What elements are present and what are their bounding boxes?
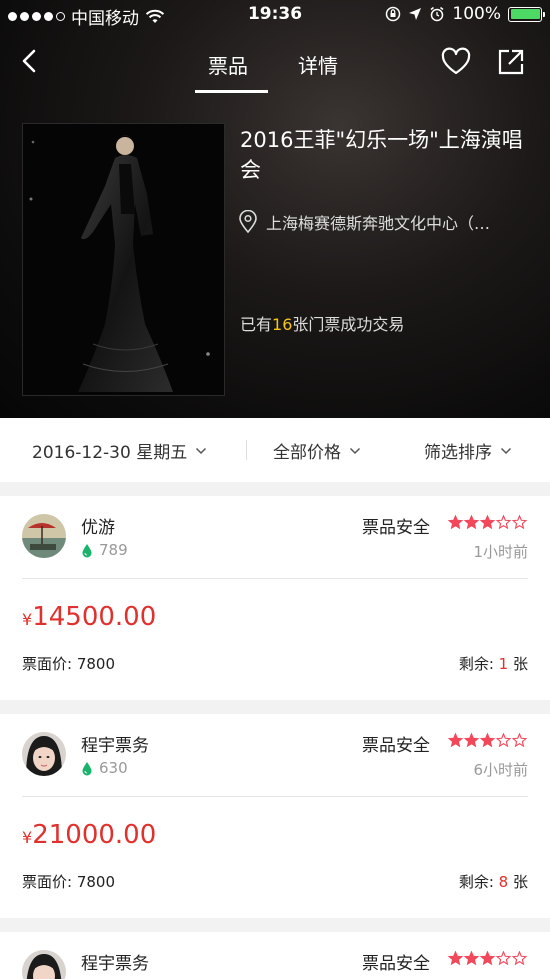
star-rating xyxy=(448,733,527,748)
venue-name: 上海梅赛德斯奔驰文化中心（… xyxy=(266,214,491,233)
safety-label: 票品安全 xyxy=(362,518,430,538)
currency-symbol: ¥ xyxy=(22,610,33,629)
star-empty-icon xyxy=(512,951,527,966)
filter-bar: 2016-12-30 星期五 全部价格 筛选排序 xyxy=(0,418,550,482)
listing-card[interactable]: 优游 789 票品安全 1小时前 ¥14500.00 票面价: 7800 剩余:… xyxy=(0,496,550,700)
share-icon[interactable] xyxy=(495,46,527,78)
star-empty-icon xyxy=(496,951,511,966)
star-empty-icon xyxy=(496,515,511,530)
card-divider xyxy=(22,578,528,579)
date-filter-label: 2016-12-30 星期五 xyxy=(32,443,188,463)
star-filled-icon xyxy=(480,733,495,748)
star-rating xyxy=(448,515,527,530)
listing-card[interactable]: 程宇票务 630 票品安全 6小时前 ¥21000.00 票面价: 7800 剩… xyxy=(0,714,550,918)
star-filled-icon xyxy=(464,515,479,530)
face-value: 票面价: 7800 xyxy=(22,655,115,673)
price-filter-label: 全部价格 xyxy=(273,443,341,463)
location-pin-icon xyxy=(239,210,257,234)
date-filter[interactable]: 2016-12-30 星期五 xyxy=(32,438,207,463)
safety-label: 票品安全 xyxy=(362,736,430,756)
sold-info: 已有16张门票成功交易 xyxy=(240,311,404,335)
seller-name: 程宇票务 xyxy=(81,954,149,974)
remaining-count: 剩余: 1 张 xyxy=(458,655,528,673)
sold-prefix: 已有 xyxy=(240,315,273,334)
price-value: 21000.00 xyxy=(32,820,157,850)
drop-icon xyxy=(82,543,92,557)
status-right: 100% xyxy=(385,4,545,24)
location-icon xyxy=(409,8,422,20)
seller-name: 优游 xyxy=(81,518,115,538)
seller-name: 程宇票务 xyxy=(81,736,149,756)
sold-count: 16 xyxy=(272,315,293,334)
sold-suffix: 张门票成功交易 xyxy=(292,315,405,334)
status-bar: 中国移动 19:36 100% xyxy=(0,0,550,30)
card-divider xyxy=(22,796,528,797)
star-filled-icon xyxy=(480,951,495,966)
chevron-down-icon xyxy=(196,447,207,454)
star-empty-icon xyxy=(496,733,511,748)
star-filled-icon xyxy=(464,951,479,966)
star-rating xyxy=(448,951,527,966)
avatar xyxy=(22,732,66,776)
chevron-down-icon xyxy=(349,447,361,454)
avatar xyxy=(22,514,66,558)
venue-row[interactable]: 上海梅赛德斯奔驰文化中心（… xyxy=(238,210,528,234)
heart-icon[interactable] xyxy=(440,46,472,78)
alarm-icon xyxy=(430,6,444,22)
listing-price: ¥14500.00 xyxy=(22,602,156,632)
star-filled-icon xyxy=(464,733,479,748)
seller-reputation: 789 xyxy=(81,541,128,559)
event-title: 2016王菲"幻乐一场"上海演唱会 xyxy=(240,128,523,182)
avatar xyxy=(22,950,66,979)
sort-filter[interactable]: 筛选排序 xyxy=(424,438,512,463)
reputation-score: 789 xyxy=(99,541,128,559)
price-value: 14500.00 xyxy=(32,602,157,632)
star-filled-icon xyxy=(448,951,463,966)
currency-symbol: ¥ xyxy=(22,828,33,847)
top-nav: 票品 详情 xyxy=(0,38,550,94)
battery-percent: 100% xyxy=(452,4,501,24)
posted-time: 6小时前 xyxy=(473,761,528,779)
drop-icon xyxy=(82,761,92,775)
price-filter[interactable]: 全部价格 xyxy=(273,438,361,463)
star-filled-icon xyxy=(448,515,463,530)
orientation-lock-icon xyxy=(386,6,401,22)
posted-time: 1小时前 xyxy=(473,543,528,561)
tab-tickets[interactable]: 票品 xyxy=(208,50,248,79)
nav-tabs: 票品 详情 xyxy=(195,38,355,94)
poster-artwork xyxy=(23,124,224,395)
back-icon[interactable] xyxy=(16,46,46,76)
star-empty-icon xyxy=(512,515,527,530)
sort-filter-label: 筛选排序 xyxy=(424,443,492,463)
reputation-score: 630 xyxy=(99,759,128,777)
event-hero: 中国移动 19:36 100% 票品 详情 2016王菲"幻乐一场"上海演唱会 … xyxy=(0,0,550,418)
filter-divider xyxy=(246,440,247,460)
star-filled-icon xyxy=(480,515,495,530)
safety-label: 票品安全 xyxy=(362,954,430,974)
listing-price: ¥21000.00 xyxy=(22,820,156,850)
event-poster[interactable] xyxy=(22,123,225,396)
face-value: 票面价: 7800 xyxy=(22,873,115,891)
chevron-down-icon xyxy=(500,447,512,454)
tab-details[interactable]: 详情 xyxy=(298,50,338,79)
remaining-count: 剩余: 8 张 xyxy=(458,873,528,891)
star-empty-icon xyxy=(512,733,527,748)
active-tab-indicator xyxy=(195,90,268,93)
star-filled-icon xyxy=(448,733,463,748)
seller-reputation: 630 xyxy=(81,759,128,777)
battery-icon xyxy=(508,6,545,22)
listing-card[interactable]: 程宇票务 票品安全 xyxy=(0,932,550,979)
